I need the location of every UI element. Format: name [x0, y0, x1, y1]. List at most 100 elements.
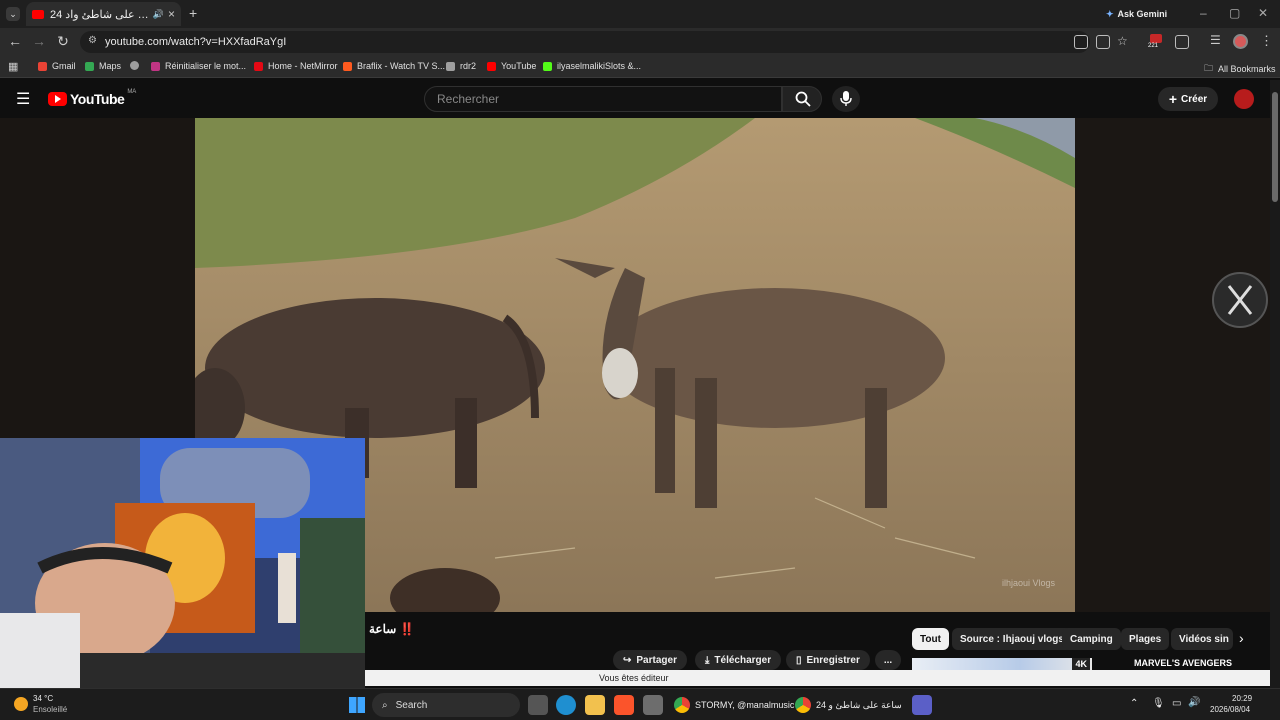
url-text: youtube.com/watch?v=HXXfadRaYgI	[105, 36, 287, 48]
overlay-x-button[interactable]	[1212, 272, 1268, 328]
taskbar-chrome-window-2[interactable]: 24 ساعة على شاطئ و	[795, 694, 902, 716]
bookmark-unnamed[interactable]	[130, 61, 144, 70]
microphone-tray-icon[interactable]: 🎙	[1152, 698, 1165, 709]
recommendation-thumbnail[interactable]: 4K	[912, 658, 1092, 670]
bookmark-star-icon[interactable]: ☆	[1117, 34, 1128, 48]
profile-avatar[interactable]	[1233, 34, 1248, 49]
youtube-header: ☰ YouTube MA Rechercher + Créer	[0, 80, 1268, 118]
apps-grid-icon[interactable]: ▦	[8, 60, 18, 73]
bookmark-kick[interactable]: ilyaselmalikiSlots &...	[543, 61, 641, 71]
install-app-icon[interactable]	[1096, 35, 1110, 49]
ask-gemini-button[interactable]: ✦ Ask Gemini	[1106, 5, 1167, 23]
forward-icon[interactable]: →	[30, 33, 48, 49]
weather-temp[interactable]: 34 °C	[33, 694, 53, 703]
chip-label: Vidéos sin	[1179, 633, 1229, 645]
bookmark-braflix[interactable]: Braflix - Watch TV S...	[343, 61, 445, 71]
chip-tout[interactable]: Tout	[912, 628, 949, 650]
audio-playing-icon[interactable]: 🔊	[153, 9, 164, 20]
file-explorer-icon[interactable]	[585, 695, 605, 715]
youtube-icon	[487, 61, 496, 71]
bookmark-reinitialiser[interactable]: Réinitialiser le mot...	[151, 61, 246, 71]
netmirror-icon	[254, 61, 263, 71]
chip-videos-similaires[interactable]: Vidéos sin	[1171, 628, 1233, 650]
close-window-icon[interactable]: ✕	[1258, 6, 1268, 20]
maps-icon	[85, 61, 94, 71]
reading-list-icon[interactable]: ☰	[1210, 33, 1221, 47]
tab-search-icon[interactable]: ⌄	[6, 7, 20, 21]
site-info-icon[interactable]: ⚙	[88, 35, 97, 46]
voice-search-button[interactable]	[832, 86, 860, 112]
create-button[interactable]: + Créer	[1158, 87, 1218, 111]
chevron-right-icon[interactable]: ›	[1239, 630, 1244, 646]
windows-start-icon[interactable]	[349, 697, 365, 713]
taskbar-search-label: Search	[395, 699, 428, 711]
clock-time[interactable]: 20:29	[1232, 694, 1252, 703]
minimize-icon[interactable]: –	[1200, 6, 1207, 20]
chrome-icon	[674, 697, 690, 713]
taskbar-app-label: 24 ساعة على شاطئ و	[816, 699, 902, 710]
download-button[interactable]: ⤓ Télécharger	[695, 650, 782, 670]
brave-icon[interactable]	[614, 695, 634, 715]
calculator-icon[interactable]	[643, 695, 663, 715]
gmail-icon	[38, 61, 47, 71]
hamburger-menu-icon[interactable]: ☰	[16, 89, 30, 109]
create-label: Créer	[1181, 93, 1208, 105]
bookmark-rdr2[interactable]: rdr2	[446, 61, 476, 71]
weather-desc[interactable]: Ensoleillé	[33, 705, 67, 714]
recommendation-title[interactable]: MARVEL'S AVENGERS	[1134, 658, 1232, 668]
teams-icon[interactable]	[912, 695, 932, 715]
search-button[interactable]	[782, 86, 822, 112]
bookmark-netmirror[interactable]: Home - NetMirror	[254, 61, 338, 71]
resolution-badge: 4K	[1072, 658, 1090, 670]
chip-plages[interactable]: Plages	[1121, 628, 1170, 650]
taskbar-app-label: STORMY, @manalmusic	[695, 700, 795, 710]
channel-avatar[interactable]	[1234, 89, 1254, 109]
share-icon: ↪	[623, 654, 632, 666]
browser-menu-icon[interactable]: ⋮	[1260, 33, 1273, 49]
ambient-left	[0, 118, 195, 438]
search-icon: ⌕	[382, 699, 388, 711]
taskbar-search[interactable]: ⌕ Search	[372, 693, 520, 717]
taskbar-chrome-window-1[interactable]: STORMY, @manalmusic	[674, 694, 794, 716]
address-bar[interactable]: ⚙ youtube.com/watch?v=HXXfadRaYgI	[80, 31, 1090, 53]
reload-icon[interactable]: ↻	[54, 33, 72, 50]
bookmark-gmail[interactable]: Gmail	[38, 61, 76, 71]
more-actions-button[interactable]: ...	[875, 650, 901, 670]
ambient-right	[1075, 118, 1270, 612]
share-button[interactable]: ↪ Partager	[613, 650, 687, 670]
gemini-icon: ✦	[1106, 8, 1114, 19]
chip-camping[interactable]: Camping	[1062, 628, 1121, 650]
network-icon[interactable]: ▭	[1172, 698, 1181, 709]
back-icon[interactable]: ←	[6, 33, 24, 49]
translate-icon[interactable]	[1074, 35, 1088, 49]
chip-source[interactable]: Source : Ihjaouj vlogs	[952, 628, 1072, 650]
bookmark-label: Maps	[99, 61, 122, 71]
tab-close-icon[interactable]: ×	[168, 7, 175, 21]
task-view-icon[interactable]	[528, 695, 548, 715]
youtube-logo[interactable]: YouTube MA	[48, 89, 136, 107]
save-button[interactable]: ▯ Enregistrer	[786, 650, 870, 670]
clock-date[interactable]: 2026/08/04	[1210, 705, 1250, 714]
search-input[interactable]: Rechercher	[424, 86, 782, 112]
kick-icon	[543, 61, 552, 71]
browser-tab-active[interactable]: 24 ساعة على شاطئ واد 🔊 ×	[26, 2, 181, 26]
weather-sun-icon[interactable]	[14, 697, 28, 711]
globe-icon	[130, 61, 139, 70]
edge-icon[interactable]	[556, 695, 576, 715]
scrollbar-thumb[interactable]	[1272, 92, 1278, 202]
show-hidden-icons-chevron-icon[interactable]: ⌃	[1130, 698, 1138, 709]
all-bookmarks-button[interactable]: 🗀 All Bookmarks	[1204, 61, 1276, 77]
extension-badge[interactable]: 221	[1148, 34, 1164, 50]
all-bookmarks-label: All Bookmarks	[1218, 64, 1276, 74]
chip-label: Plages	[1129, 633, 1162, 645]
bookmark-maps[interactable]: Maps	[85, 61, 121, 71]
maximize-icon[interactable]: ▢	[1229, 6, 1240, 20]
bookmark-label: Gmail	[52, 61, 76, 71]
share-label: Partager	[636, 654, 677, 666]
youtube-favicon-icon	[32, 9, 44, 19]
new-tab-button[interactable]: +	[189, 5, 197, 21]
volume-icon[interactable]: 🔊	[1188, 697, 1200, 708]
bookmark-youtube[interactable]: YouTube	[487, 61, 536, 71]
youtube-play-icon	[48, 92, 67, 106]
extensions-puzzle-icon[interactable]	[1175, 35, 1189, 49]
